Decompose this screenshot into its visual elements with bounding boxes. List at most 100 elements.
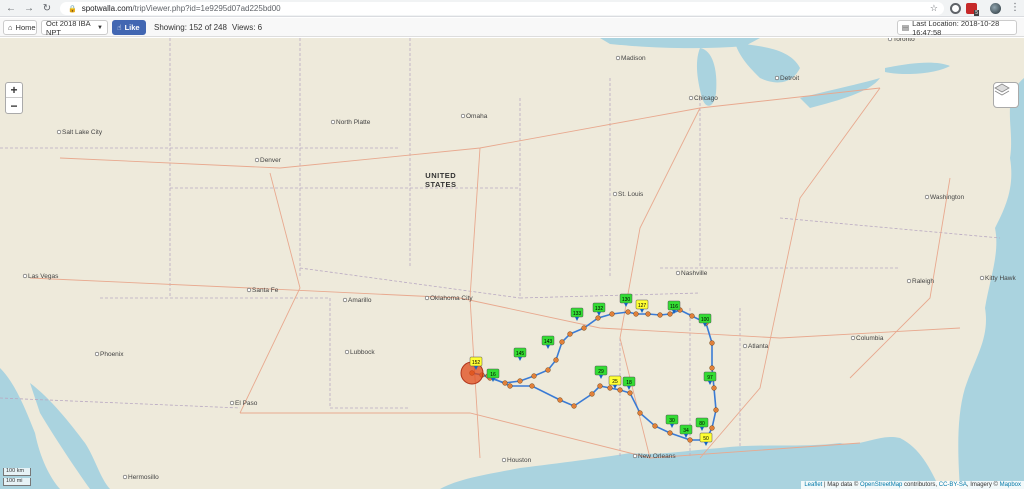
waypoint-dot[interactable] [507, 383, 513, 389]
waypoint-dot[interactable] [689, 313, 695, 319]
extension-icon[interactable] [950, 3, 961, 14]
more-menu-icon[interactable]: ⋮ [1010, 2, 1020, 13]
waypoint-dot[interactable] [667, 311, 673, 317]
trip-marker[interactable]: 18 [622, 376, 636, 390]
profile-avatar[interactable] [990, 3, 1001, 14]
trip-marker[interactable]: 30 [665, 414, 679, 428]
marker-pin-icon [599, 375, 603, 379]
city-dot [254, 157, 260, 163]
city-label: Oklahoma City [430, 295, 473, 302]
zoom-out-button[interactable]: − [6, 98, 22, 113]
waypoint-dot[interactable] [627, 390, 633, 396]
license-link[interactable]: CC-BY-SA [939, 482, 967, 488]
zoom-in-button[interactable]: + [6, 83, 22, 98]
map-canvas[interactable]: 152 145 143 133 132 130 127 116 100 97 80 50 34 30 29 2… [0, 38, 1024, 489]
waypoint-dot[interactable] [589, 391, 595, 397]
trip-marker[interactable]: 50 [699, 432, 713, 446]
arrow-left-icon[interactable]: ← [4, 1, 18, 15]
last-location-button[interactable]: ▤ Last Location: 2018-10-28 16:47:58 [897, 19, 1017, 37]
home-button[interactable]: ⌂ Home [3, 20, 37, 35]
trip-marker[interactable]: 34 [679, 424, 693, 438]
waypoint-dot[interactable] [581, 325, 587, 331]
waypoint-dot[interactable] [652, 423, 658, 429]
waypoint-dot[interactable] [529, 383, 535, 389]
osm-link[interactable]: OpenStreetMap [860, 482, 902, 488]
trip-dropdown[interactable]: Oct 2018 IBA NPT ▼ [41, 19, 108, 37]
city-dot [94, 351, 100, 357]
trip-marker[interactable]: 145 [513, 347, 527, 361]
waypoint-dot[interactable] [645, 311, 651, 317]
waypoint-dot[interactable] [557, 397, 563, 403]
marker-pin-icon [518, 357, 522, 361]
highways [29, 87, 961, 459]
waypoint-dot[interactable] [553, 357, 559, 363]
caret-down-icon: ▼ [97, 24, 103, 31]
waypoint-dot[interactable] [517, 378, 523, 384]
scale-km: 100 km [3, 468, 31, 476]
city-dot [501, 457, 507, 463]
leaflet-link[interactable]: Leaflet [804, 482, 822, 488]
waypoint-dot[interactable] [545, 367, 551, 373]
city-dot [906, 278, 912, 284]
waypoint-dot[interactable] [687, 437, 693, 443]
waypoint-dot[interactable] [617, 387, 623, 393]
marker-label: 132 [595, 306, 604, 312]
waypoint-dot[interactable] [559, 339, 565, 345]
waypoint-dot[interactable] [657, 312, 663, 318]
city-dot [246, 287, 252, 293]
trip-marker[interactable]: 80 [695, 417, 709, 431]
mapbox-link[interactable]: Mapbox [1000, 482, 1021, 488]
url-path: /tripViewer.php?id=1e9295d07ad225bd00 [132, 4, 281, 13]
trip-marker[interactable]: 100 [698, 313, 712, 327]
city-label: Raleigh [912, 278, 934, 285]
city-label: Amarillo [348, 297, 372, 304]
city-label: Houston [507, 457, 532, 464]
home-icon: ⌂ [8, 23, 13, 32]
extension-badge-icon[interactable]: 5 [966, 3, 979, 16]
city-label: Denver [260, 157, 282, 164]
waypoint-dot[interactable] [709, 340, 715, 346]
waypoint-dot[interactable] [595, 315, 601, 321]
reload-icon[interactable]: ↻ [40, 1, 54, 15]
city-dot [330, 119, 336, 125]
marker-pin-icon [700, 427, 704, 431]
zoom-control: + − [5, 82, 23, 114]
trip-marker[interactable]: 127 [635, 299, 649, 313]
waypoint-dot[interactable] [633, 311, 639, 317]
city-label: Hermosillo [128, 474, 159, 481]
city-dot [632, 453, 638, 459]
trip-marker[interactable]: 143 [541, 335, 555, 349]
waypoint-dot[interactable] [637, 410, 643, 416]
waypoint-dot[interactable] [531, 373, 537, 379]
waypoint-dot[interactable] [571, 403, 577, 409]
waypoint-dot[interactable] [625, 309, 631, 315]
like-button[interactable]: ☝ Like [112, 20, 146, 35]
address-bar[interactable]: 🔒 spotwalla.com /tripViewer.php?id=1e929… [60, 2, 944, 15]
trip-marker[interactable]: 29 [594, 365, 608, 379]
waypoint-dot[interactable] [597, 383, 603, 389]
marker-label: 80 [699, 421, 705, 427]
waypoint-dot[interactable] [609, 311, 615, 317]
waypoint-dot[interactable] [607, 385, 613, 391]
marker-label: 127 [638, 303, 647, 309]
arrow-right-icon[interactable]: → [22, 1, 36, 15]
trip-marker[interactable]: 132 [592, 302, 606, 316]
waypoint-dot[interactable] [667, 430, 673, 436]
waypoint-dot[interactable] [709, 365, 715, 371]
city-dot [424, 295, 430, 301]
city-label: Madison [621, 55, 646, 62]
star-icon[interactable]: ☆ [930, 3, 938, 14]
marker-label: 18 [626, 380, 632, 386]
marker-label: 25 [612, 379, 618, 385]
waypoint-dot[interactable] [709, 425, 715, 431]
extension-badge: 5 [974, 10, 979, 16]
waypoint-dot[interactable] [567, 331, 573, 337]
waypoint-dot[interactable] [713, 407, 719, 413]
marker-label: 130 [622, 297, 631, 303]
trip-marker[interactable]: 133 [570, 307, 584, 321]
trip-marker[interactable]: 130 [619, 293, 633, 307]
waypoint-dot[interactable] [502, 380, 508, 386]
city-dot [342, 297, 348, 303]
layers-button[interactable] [993, 82, 1019, 108]
waypoint-dot[interactable] [711, 385, 717, 391]
